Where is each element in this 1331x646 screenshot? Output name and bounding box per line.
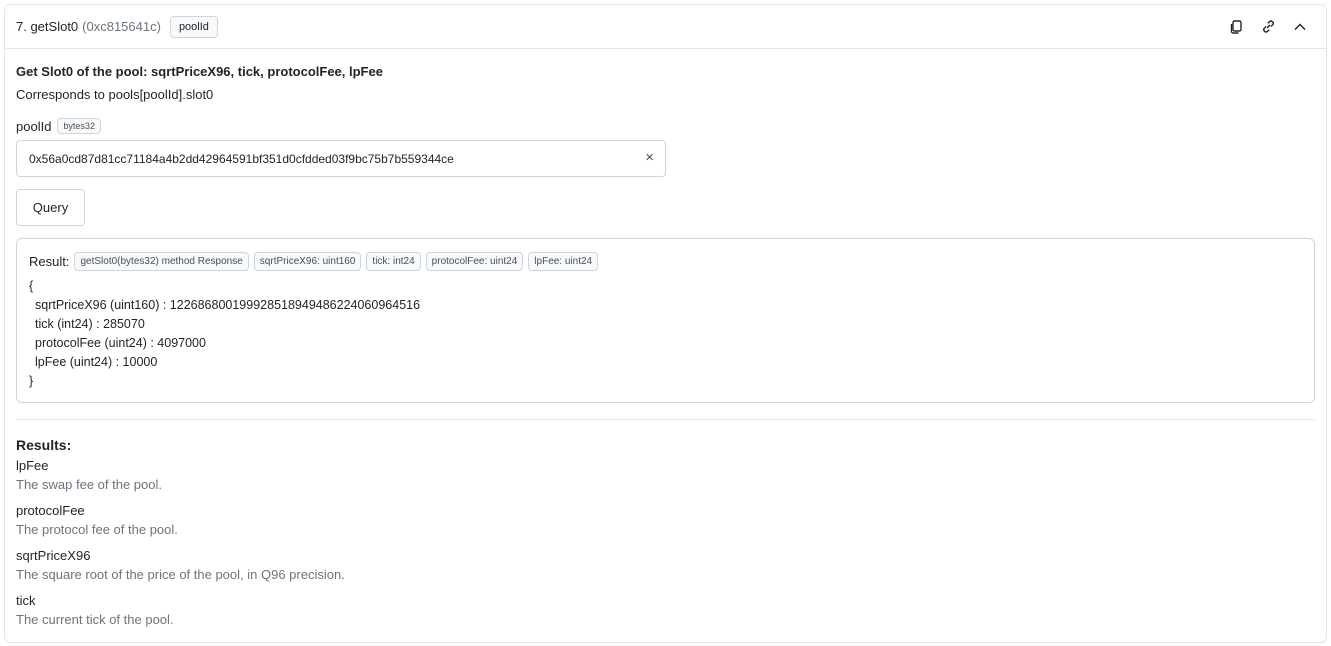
query-button[interactable]: Query (16, 189, 85, 226)
link-icon[interactable] (1259, 18, 1277, 36)
return-item: lpFee The swap fee of the pool. (16, 457, 1315, 494)
result-header: Result: getSlot0(bytes32) method Respons… (29, 252, 1302, 271)
json-line: lpFee (uint24) : 10000 (35, 355, 158, 369)
clear-icon[interactable]: × (645, 149, 654, 166)
return-description: The swap fee of the pool. (16, 477, 162, 492)
return-description: The current tick of the pool. (16, 612, 174, 627)
return-name: sqrtPriceX96 (16, 548, 91, 563)
function-description-subtitle: Corresponds to pools[poolId].slot0 (16, 87, 214, 102)
result-type-chip: sqrtPriceX96: uint160 (253, 252, 362, 271)
return-description: The protocol fee of the pool. (16, 522, 178, 537)
results-section-title: Results: (16, 437, 72, 453)
return-description: The square root of the price of the pool… (16, 567, 345, 582)
json-line: tick (int24) : 285070 (35, 317, 145, 331)
function-card: 7. getSlot0 (0xc815641c) poolId Get Slot… (4, 4, 1327, 643)
json-line: sqrtPriceX96 (uint160) : 122686800199928… (35, 298, 421, 312)
result-type-chip: protocolFee: uint24 (425, 252, 524, 271)
divider (16, 419, 1315, 420)
json-open-brace: { (29, 279, 34, 293)
result-type-chip: tick: int24 (366, 252, 421, 271)
result-json: { sqrtPriceX96 (uint160) : 1226868001999… (29, 277, 1302, 391)
poolid-tag-button[interactable]: poolId (169, 15, 218, 38)
json-close-brace: } (29, 374, 34, 388)
copy-icon[interactable] (1227, 18, 1245, 36)
param-type-badge: bytes32 (57, 118, 101, 134)
function-title: 7. getSlot0 (16, 19, 79, 34)
chevron-up-icon[interactable] (1291, 18, 1309, 36)
poolid-input[interactable] (17, 141, 665, 176)
return-name: lpFee (16, 458, 49, 473)
json-line: protocolFee (uint24) : 4097000 (35, 336, 206, 350)
return-item: tick The current tick of the pool. (16, 592, 1315, 629)
param-name: poolId (16, 118, 52, 134)
header-actions (1227, 18, 1309, 36)
function-selector: (0xc815641c) (82, 19, 161, 34)
return-name: tick (16, 593, 36, 608)
result-type-chip: lpFee: uint24 (528, 252, 599, 271)
function-header[interactable]: 7. getSlot0 (0xc815641c) poolId (5, 5, 1326, 49)
result-type-chip: getSlot0(bytes32) method Response (74, 252, 249, 271)
poolid-input-wrapper: × (16, 140, 666, 177)
function-body: Get Slot0 of the pool: sqrtPriceX96, tic… (5, 49, 1326, 629)
function-description-title: Get Slot0 of the pool: sqrtPriceX96, tic… (16, 64, 383, 79)
result-label: Result: (29, 254, 70, 269)
return-item: protocolFee The protocol fee of the pool… (16, 502, 1315, 539)
result-panel: Result: getSlot0(bytes32) method Respons… (16, 238, 1315, 403)
param-label-row: poolId bytes32 (16, 118, 1315, 134)
return-item: sqrtPriceX96 The square root of the pric… (16, 547, 1315, 584)
return-name: protocolFee (16, 503, 85, 518)
